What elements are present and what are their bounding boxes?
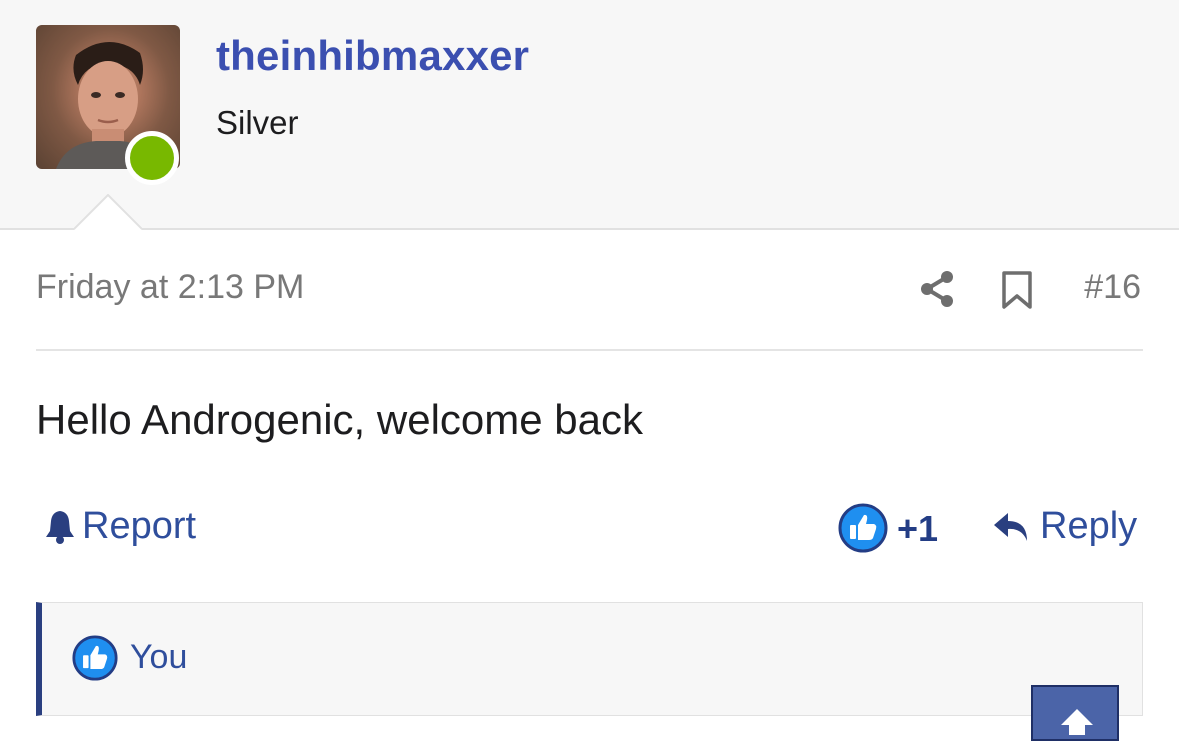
bell-icon — [46, 510, 74, 544]
header-pointer-arrow — [74, 194, 142, 230]
post-date[interactable]: Friday at 2:13 PM — [36, 268, 304, 307]
thumbs-up-icon — [72, 635, 118, 681]
username[interactable]: theinhibmaxxer — [216, 32, 529, 80]
user-title: Silver — [216, 104, 299, 141]
post-body: Hello Androgenic, welcome back — [36, 396, 643, 443]
online-status-dot — [125, 131, 179, 185]
user-header: theinhibmaxxer Silver — [0, 0, 1179, 230]
bookmark-icon[interactable] — [1000, 270, 1034, 310]
post-number[interactable]: #16 — [1084, 268, 1141, 307]
share-icon[interactable] — [918, 270, 956, 308]
reaction-user-link[interactable]: You — [130, 638, 187, 677]
report-label: Report — [82, 505, 197, 547]
report-link[interactable]: Report — [44, 505, 196, 548]
post-divider — [36, 349, 1143, 351]
reply-label: Reply — [1040, 505, 1138, 547]
like-count[interactable]: +1 — [897, 508, 938, 550]
reactions-bar[interactable] — [36, 602, 1143, 716]
reply-link[interactable]: Reply — [992, 505, 1137, 548]
scroll-to-top-button[interactable] — [1031, 685, 1119, 741]
like-button[interactable] — [838, 503, 888, 553]
reply-icon — [994, 512, 1027, 541]
